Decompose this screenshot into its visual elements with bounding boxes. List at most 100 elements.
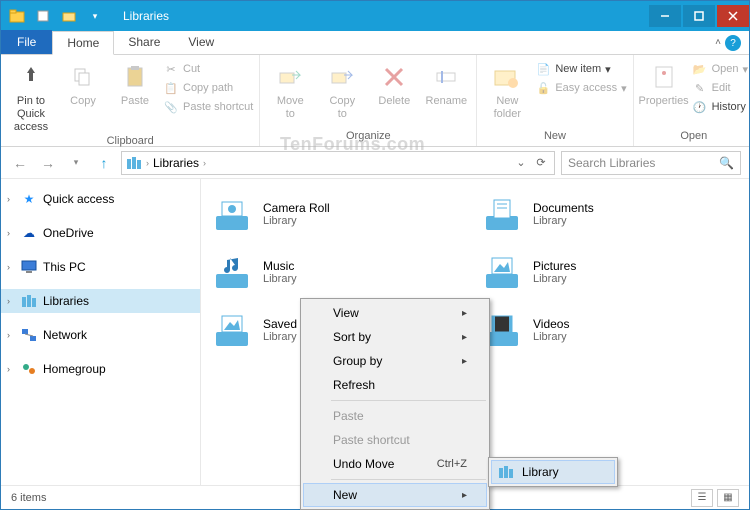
sidebar-item-network[interactable]: ›Network [1, 323, 200, 347]
minimize-button[interactable] [649, 5, 681, 27]
app-icon [5, 5, 29, 27]
search-input[interactable]: Search Libraries 🔍 [561, 151, 741, 175]
sidebar-item-libraries[interactable]: ›Libraries [1, 289, 200, 313]
search-icon: 🔍 [719, 156, 734, 170]
forward-button[interactable]: → [37, 152, 59, 174]
pin-icon [15, 61, 47, 93]
properties-icon [648, 61, 680, 93]
pc-icon [21, 259, 37, 275]
file-tab[interactable]: File [1, 30, 52, 54]
libraries-icon [21, 293, 37, 309]
breadcrumb-libraries[interactable]: Libraries [153, 156, 199, 170]
back-button[interactable]: ← [9, 152, 31, 174]
help-icon[interactable]: ? [725, 35, 741, 51]
open-icon: 📂 [692, 61, 708, 77]
pin-to-quick-access-button[interactable]: Pin to Quick access [7, 61, 55, 135]
organize-group-label: Organize [266, 130, 470, 144]
share-tab[interactable]: Share [114, 30, 174, 54]
new-folder-icon [491, 61, 523, 93]
paste-icon [119, 61, 151, 93]
ribbon-collapse-icon[interactable]: ˄ [715, 37, 721, 48]
copy-icon [67, 61, 99, 93]
network-icon [21, 327, 37, 343]
context-undo-move[interactable]: Undo MoveCtrl+Z [303, 452, 487, 476]
up-button[interactable]: ↑ [93, 152, 115, 174]
saved-pictures-icon [211, 309, 253, 351]
library-item-videos[interactable]: VideosLibrary [479, 307, 741, 353]
context-menu: View▸ Sort by▸ Group by▸ Refresh Paste P… [300, 298, 490, 510]
address-dropdown-icon[interactable]: ⌄ [512, 156, 530, 169]
delete-button[interactable]: Delete [370, 61, 418, 108]
window-title: Libraries [111, 9, 647, 23]
new-group-label: New [483, 130, 626, 144]
easy-access-button[interactable]: 🔓Easy access ▾ [535, 80, 626, 96]
library-item-documents[interactable]: DocumentsLibrary [479, 191, 741, 237]
qat-properties-icon[interactable] [31, 5, 55, 27]
libraries-crumb-icon [126, 155, 142, 171]
ribbon-tabs: File Home Share View ˄ ? [1, 31, 749, 55]
context-paste: Paste [303, 404, 487, 428]
copy-button[interactable]: Copy [59, 61, 107, 108]
submenu-library[interactable]: Library [491, 460, 615, 484]
new-submenu: Library [488, 457, 618, 487]
context-refresh[interactable]: Refresh [303, 373, 487, 397]
paste-button[interactable]: Paste [111, 61, 159, 108]
history-icon: 🕐 [692, 99, 708, 115]
new-folder-button[interactable]: New folder [483, 61, 531, 121]
open-group-label: Open [640, 130, 748, 144]
history-button[interactable]: 🕐History [692, 99, 748, 115]
paste-shortcut-button[interactable]: 📎Paste shortcut [163, 99, 253, 115]
close-button[interactable] [717, 5, 749, 27]
sidebar-item-onedrive[interactable]: ›☁OneDrive [1, 221, 200, 245]
edit-icon: ✎ [692, 80, 708, 96]
title-bar: ▾ Libraries [1, 1, 749, 31]
rename-icon [430, 61, 462, 93]
copy-to-icon [326, 61, 358, 93]
easy-access-icon: 🔓 [535, 80, 551, 96]
camera-roll-icon [211, 193, 253, 235]
context-group-by[interactable]: Group by▸ [303, 349, 487, 373]
context-new[interactable]: New▸ [303, 483, 487, 507]
context-sort-by[interactable]: Sort by▸ [303, 325, 487, 349]
ribbon: Pin to Quick access Copy Paste ✂Cut 📋Cop… [1, 55, 749, 147]
library-icon [498, 464, 514, 480]
qat-new-folder-icon[interactable] [57, 5, 81, 27]
sidebar-item-quick-access[interactable]: ›★Quick access [1, 187, 200, 211]
details-view-button[interactable]: ☰ [691, 489, 713, 507]
navigation-pane: ›★Quick access ›☁OneDrive ›This PC ›Libr… [1, 179, 201, 485]
view-tab[interactable]: View [174, 30, 228, 54]
maximize-button[interactable] [683, 5, 715, 27]
rename-button[interactable]: Rename [422, 61, 470, 108]
new-item-button[interactable]: 📄New item ▾ [535, 61, 626, 77]
item-count: 6 items [11, 492, 46, 504]
properties-button[interactable]: Properties [640, 61, 688, 108]
new-item-icon: 📄 [535, 61, 551, 77]
address-bar[interactable]: › Libraries › ⌄⟳ [121, 151, 555, 175]
open-button[interactable]: 📂Open ▾ [692, 61, 748, 77]
copy-path-icon: 📋 [163, 80, 179, 96]
star-icon: ★ [21, 191, 37, 207]
copy-path-button[interactable]: 📋Copy path [163, 80, 253, 96]
copy-to-button[interactable]: Copy to [318, 61, 366, 121]
qat-dropdown-icon[interactable]: ▾ [83, 5, 107, 27]
sidebar-item-this-pc[interactable]: ›This PC [1, 255, 200, 279]
library-item-camera-roll[interactable]: Camera RollLibrary [209, 191, 471, 237]
navigation-bar: ← → ▾ ↑ › Libraries › ⌄⟳ Search Librarie… [1, 147, 749, 179]
context-view[interactable]: View▸ [303, 301, 487, 325]
library-item-pictures[interactable]: PicturesLibrary [479, 249, 741, 295]
home-tab[interactable]: Home [52, 31, 114, 55]
homegroup-icon [21, 361, 37, 377]
move-to-button[interactable]: Move to [266, 61, 314, 121]
delete-icon [378, 61, 410, 93]
recent-locations-button[interactable]: ▾ [65, 152, 87, 174]
documents-icon [481, 193, 523, 235]
edit-button[interactable]: ✎Edit [692, 80, 748, 96]
cloud-icon: ☁ [21, 225, 37, 241]
sidebar-item-homegroup[interactable]: ›Homegroup [1, 357, 200, 381]
icons-view-button[interactable]: ▦ [717, 489, 739, 507]
library-item-music[interactable]: MusicLibrary [209, 249, 471, 295]
refresh-icon[interactable]: ⟳ [532, 156, 550, 169]
paste-shortcut-icon: 📎 [163, 99, 179, 115]
cut-button[interactable]: ✂Cut [163, 61, 253, 77]
pictures-icon [481, 251, 523, 293]
